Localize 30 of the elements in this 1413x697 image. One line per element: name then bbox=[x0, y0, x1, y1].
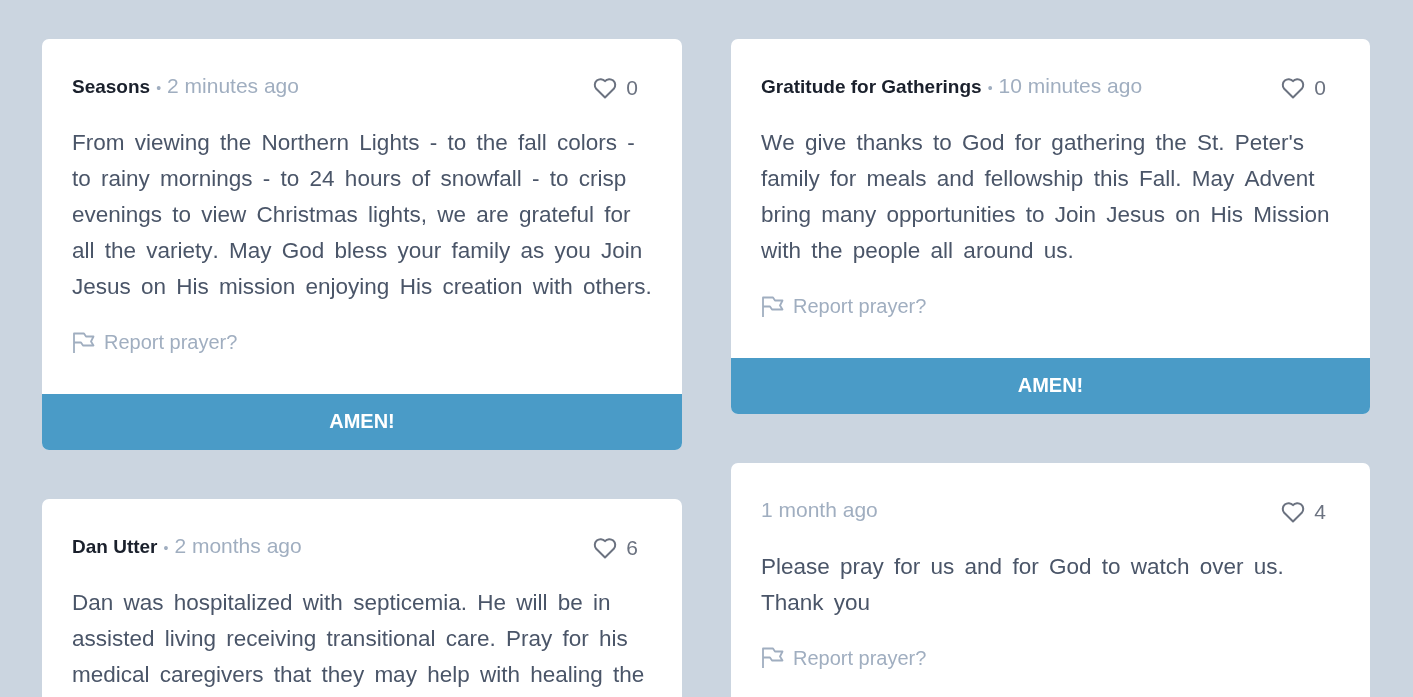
timestamp: 2 minutes ago bbox=[167, 74, 299, 98]
report-link[interactable]: Report prayer? bbox=[761, 646, 927, 670]
prayer-title: Gratitude for Gatherings bbox=[761, 76, 982, 98]
separator-dot: • bbox=[987, 80, 993, 96]
like-button[interactable]: 0 bbox=[1281, 76, 1326, 100]
flag-icon bbox=[72, 331, 96, 354]
like-button[interactable]: 0 bbox=[593, 76, 638, 100]
timestamp: 1 month ago bbox=[761, 497, 878, 522]
prayer-text: Please pray for us and for God to watch over us. Thank you bbox=[761, 552, 1285, 617]
heart-icon bbox=[593, 77, 618, 99]
flag-icon bbox=[761, 647, 785, 669]
report-link[interactable]: Report prayer? bbox=[761, 295, 927, 318]
flag-icon bbox=[761, 295, 785, 318]
separator-dot: • bbox=[156, 80, 162, 96]
timestamp: 2 months ago bbox=[174, 533, 302, 558]
prayer-text: Dan was hospitalized with septicemia. He will be in assisted living receiving transitional care. Pray for his medical caregivers that they may help with healing the bbox=[72, 588, 646, 689]
heart-icon bbox=[593, 536, 618, 559]
like-button[interactable]: 6 bbox=[593, 535, 638, 560]
report-link[interactable]: Report prayer? bbox=[72, 331, 238, 354]
amen-button[interactable]: AMEN! bbox=[731, 357, 1370, 414]
like-button[interactable]: 4 bbox=[1281, 499, 1326, 524]
separator-dot: • bbox=[163, 539, 169, 556]
heart-icon bbox=[1281, 500, 1306, 523]
prayer-text: We give thanks to God for gathering the St. Peter's family for meals and fellowship this Fall. May Advent bring many opportunities to Join Jesus on His Mission with the people all around us. bbox=[761, 129, 1331, 265]
prayer-title: Dan Utter bbox=[72, 535, 158, 558]
prayer-title: Seasons bbox=[72, 76, 151, 98]
amen-button[interactable]: AMEN! bbox=[42, 393, 682, 450]
heart-icon bbox=[1281, 77, 1306, 99]
timestamp: 10 minutes ago bbox=[998, 74, 1143, 98]
prayer-text: From viewing the Northern Lights - to the fall colors - to rainy mornings - to 24 hours of snowfall - to crisp evenings to view Christmas lights, we are grateful for all the variety. May God bless your family as you Join Jesus on His mission enjoying His creation with others. bbox=[72, 129, 653, 301]
